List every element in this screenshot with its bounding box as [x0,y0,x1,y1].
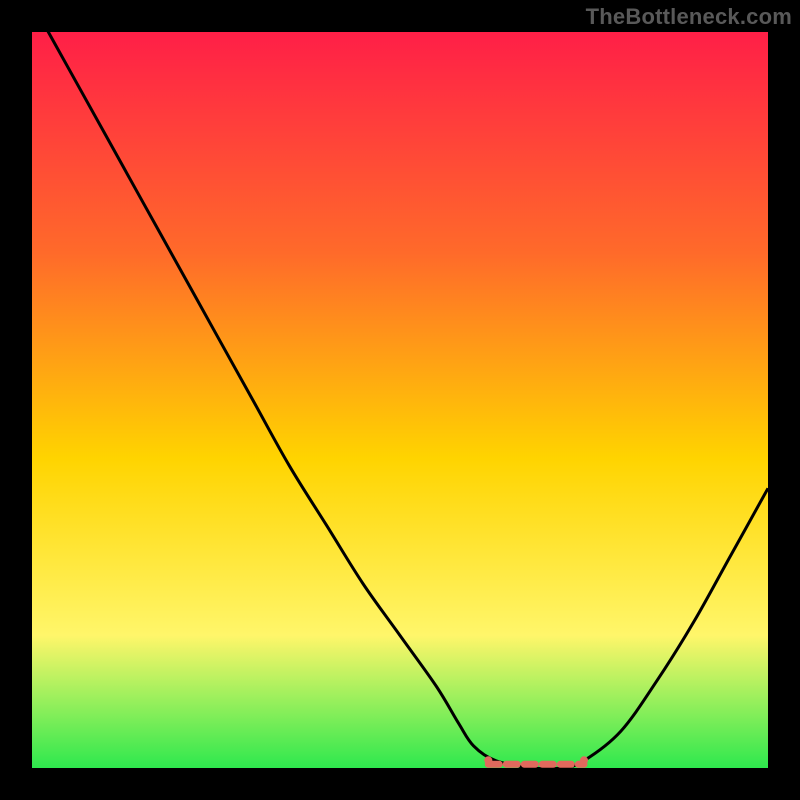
gradient-background [32,32,768,768]
watermark-text: TheBottleneck.com [586,4,792,30]
app-frame: TheBottleneck.com [0,0,800,800]
chart-area [32,32,768,768]
bottleneck-curve-chart [32,32,768,768]
